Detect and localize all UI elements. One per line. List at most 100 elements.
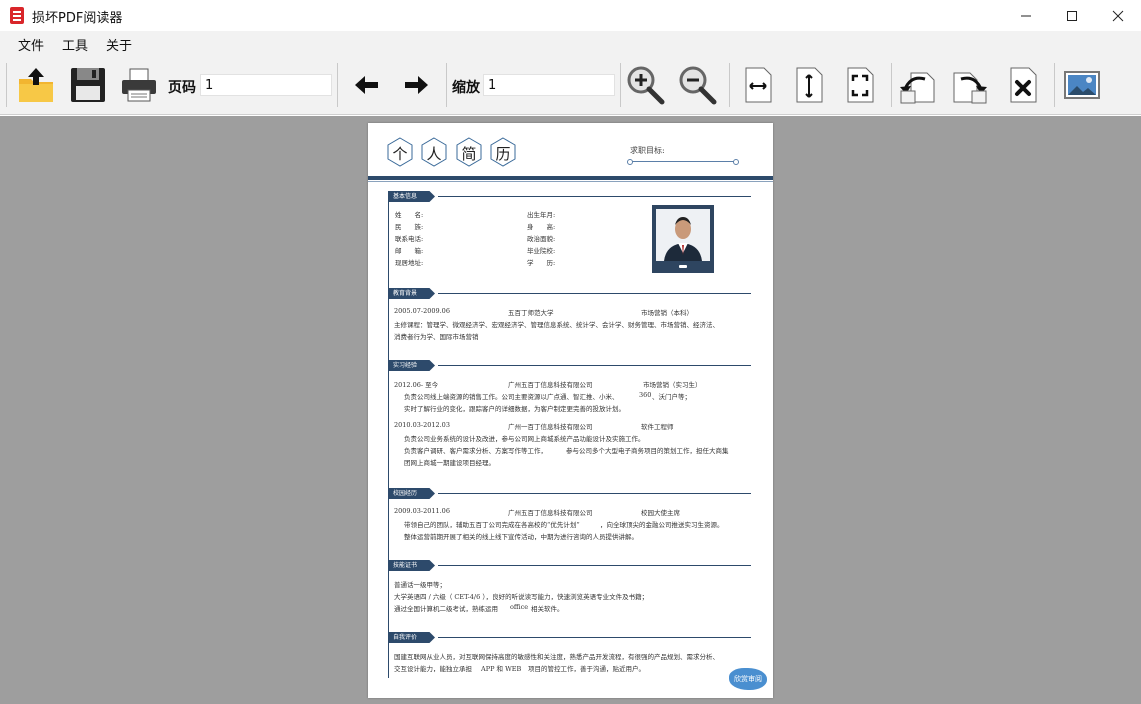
window-title: 损坏PDF阅读器 — [32, 11, 123, 26]
header-divider — [368, 176, 773, 180]
toolbar-separator — [620, 63, 621, 107]
campus-company: 广州五百丁信息科技有限公司 — [508, 509, 593, 517]
rotate-left-icon — [900, 72, 935, 104]
fullscreen-button[interactable] — [838, 61, 882, 109]
rotate-right-icon — [953, 72, 987, 104]
save-button[interactable] — [66, 61, 110, 109]
section-line — [438, 565, 751, 566]
title-char-hex: 历 — [490, 137, 516, 167]
rotate-left-button[interactable] — [896, 61, 940, 109]
intern-desc-3: 团网上商城一期建设项目经理。 — [404, 459, 495, 467]
skills-line-3b: office — [510, 603, 529, 611]
print-button[interactable] — [117, 61, 161, 109]
intern-desc-2: 实时了解行业的变化，跟踪客户的详细数据，为客户制定更完善的投放计划。 — [404, 405, 625, 413]
campus-desc-1a: 带领自己的团队，辅助五百丁公司完成在各高校的“优先计划” — [404, 521, 580, 529]
previous-page-button[interactable] — [344, 61, 388, 109]
objective-line — [627, 159, 739, 165]
field-label: 学 历: — [527, 259, 556, 267]
intern-desc-2b: 参与公司多个大型电子商务项目的策划工作，担任大商集 — [566, 447, 729, 455]
document-viewport[interactable]: 个 人 简 历 求职目标: 基本信息 姓 名: 民 族: 联系电话: 邮 箱: … — [0, 116, 1141, 704]
intern-desc: 负责公司线上端资源的销售工作。公司主要资源以广点通、智汇推、小米、 — [404, 393, 619, 401]
title-char: 个 — [392, 145, 408, 163]
self-eval-line-2c: 项目的管控工作，善于沟通，贴近用户。 — [528, 665, 645, 673]
zoom-out-button[interactable] — [676, 61, 720, 109]
intern-company: 广州一百丁信息科技有限公司 — [508, 423, 593, 431]
self-eval-line-2a: 交互设计能力，能独立承担 — [394, 665, 472, 673]
title-char-hex: 人 — [421, 137, 447, 167]
skills-line: 普通话一级甲等； — [394, 581, 446, 589]
minimize-icon — [1021, 15, 1031, 16]
campus-date: 2009.03-2011.06 — [394, 507, 450, 515]
fit-height-button[interactable] — [787, 61, 831, 109]
menu-about[interactable]: 关于 — [106, 35, 132, 54]
profile-photo — [652, 205, 714, 273]
field-label: 政治面貌: — [527, 235, 556, 243]
field-label: 姓 名: — [395, 211, 424, 219]
close-button[interactable] — [1095, 0, 1141, 31]
field-label: 出生年月: — [527, 211, 556, 219]
zoom-input[interactable] — [483, 74, 615, 96]
fit-width-button[interactable] — [736, 61, 780, 109]
field-label: 联系电话: — [395, 235, 424, 243]
toolbar-separator — [446, 63, 447, 107]
fit-width-icon — [745, 67, 772, 103]
intern-desc-2a: 负责客户调研、客户需求分析、方案写作等工作， — [404, 447, 547, 455]
title-char-hex: 个 — [387, 137, 413, 167]
section-campus: 校园经历 — [389, 488, 435, 499]
toolbar-separator — [891, 63, 892, 107]
education-courses: 主修课程：管理学、微观经济学、宏观经济学、管理信息系统、统计学、会计学、财务管理… — [394, 321, 719, 329]
header-divider-thin — [368, 181, 773, 182]
intern-date: 2010.03-2012.03 — [394, 421, 450, 429]
close-document-button[interactable] — [1001, 61, 1045, 109]
arrow-left-icon — [355, 76, 378, 94]
picture-icon — [1064, 71, 1100, 99]
education-school: 五百丁师范大学 — [508, 309, 554, 317]
maximize-icon — [1067, 10, 1077, 21]
zoom-in-button[interactable] — [624, 61, 668, 109]
menu-file[interactable]: 文件 — [18, 35, 44, 54]
save-icon — [71, 68, 105, 102]
title-bar: 损坏PDF阅读器 — [0, 0, 1141, 31]
skills-line-3c: 相关软件。 — [531, 605, 564, 613]
intern-desc-tail: 、沃门户等； — [652, 393, 691, 401]
zoom-label: 缩放 — [452, 80, 480, 96]
self-eval-line: 国建互联网从业人员，对互联网保持高度的敏感性和关注度，熟悉产品开发流程，有很强的… — [394, 653, 719, 661]
rotate-right-button[interactable] — [948, 61, 992, 109]
delete-document-icon — [1010, 67, 1037, 103]
section-basic-info: 基本信息 — [389, 191, 435, 202]
page-label: 页码 — [168, 80, 196, 96]
photo-frame-dot — [679, 265, 687, 268]
open-file-button[interactable] — [14, 61, 58, 109]
section-education: 教育背景 — [389, 288, 435, 299]
section-skills: 技能证书 — [389, 560, 435, 571]
toolbar-separator — [1054, 63, 1055, 107]
stamp-badge: 欣赏审阅 — [729, 668, 767, 690]
image-export-button[interactable] — [1060, 61, 1104, 109]
education-date: 2005.07-2009.06 — [394, 307, 450, 315]
toolbar-separator — [337, 63, 338, 107]
section-line — [438, 196, 751, 197]
campus-role: 校园大使主席 — [641, 509, 680, 517]
field-label: 毕业院校: — [527, 247, 556, 255]
toolbar-grip — [6, 63, 7, 107]
section-line — [438, 637, 751, 638]
zoom-out-icon — [679, 66, 717, 105]
title-char: 人 — [426, 145, 442, 163]
menu-tools[interactable]: 工具 — [62, 35, 88, 54]
section-self-evaluation: 自我评价 — [389, 632, 435, 643]
menu-bar: 文件 工具 关于 — [0, 31, 1141, 55]
maximize-button[interactable] — [1049, 0, 1095, 31]
open-folder-icon — [19, 68, 53, 102]
fit-height-icon — [796, 67, 823, 103]
minimize-button[interactable] — [1003, 0, 1049, 31]
zoom-in-icon — [627, 66, 665, 105]
arrow-right-icon — [405, 76, 428, 94]
section-line — [438, 493, 751, 494]
next-page-button[interactable] — [395, 61, 439, 109]
section-line — [438, 293, 751, 294]
intern-role: 软件工程师 — [641, 423, 674, 431]
title-char-hex: 简 — [456, 137, 482, 167]
intern-date: 2012.06- 至今 — [394, 381, 439, 389]
fullscreen-icon — [847, 67, 874, 103]
page-number-input[interactable] — [200, 74, 332, 96]
